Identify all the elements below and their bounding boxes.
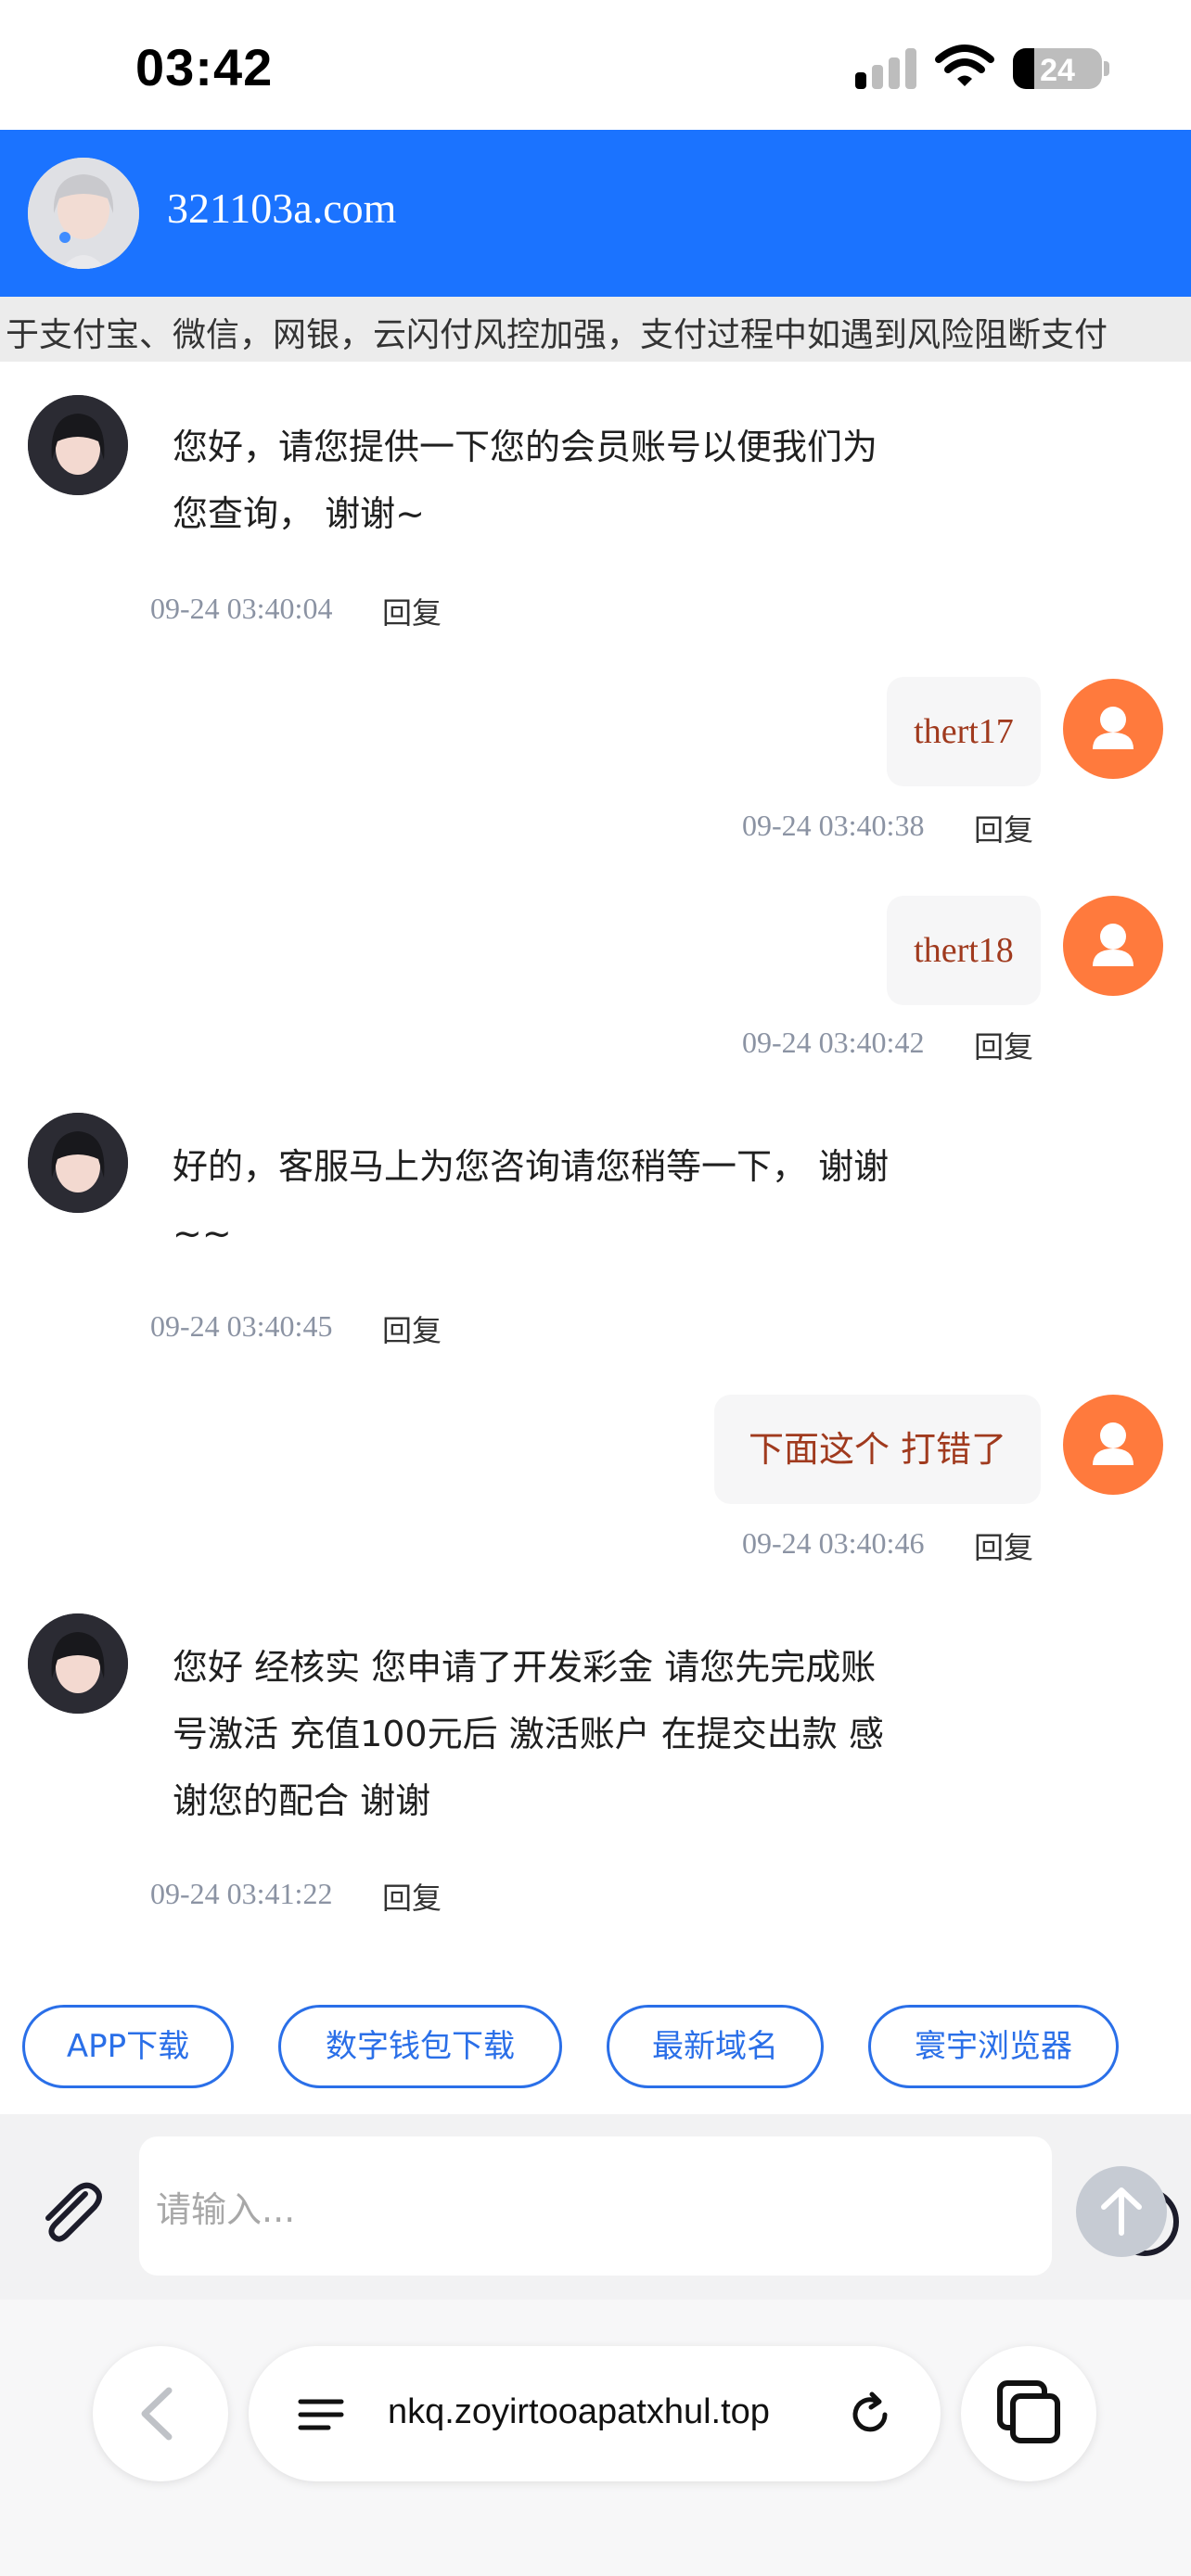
- message-time: 09-24 03:40:46: [742, 1526, 925, 1560]
- agent-avatar-photo-icon: [28, 395, 128, 495]
- quick-links-bar: APP下载 数字钱包下载 最新域名 寰宇浏览器: [0, 1975, 1191, 2114]
- reload-icon[interactable]: [842, 2387, 898, 2442]
- battery-icon: 24: [1013, 48, 1102, 89]
- tabs-button[interactable]: [961, 2346, 1096, 2481]
- message-text: 您好 经核实 您申请了开发彩金 请您先完成账 号激活 充值100元后 激活账户 …: [173, 1634, 989, 1834]
- reply-link[interactable]: 回复: [974, 1024, 1033, 1066]
- message-time: 09-24 03:40:45: [150, 1309, 333, 1343]
- agent-avatar: [28, 1613, 128, 1714]
- site-title: 321103a.com: [167, 185, 397, 232]
- user-avatar: [1063, 896, 1163, 996]
- agent-avatar-photo-icon: [28, 158, 139, 269]
- user-avatar: [1063, 679, 1163, 779]
- back-button[interactable]: [93, 2346, 228, 2481]
- send-button[interactable]: [1076, 2166, 1167, 2257]
- address-bar[interactable]: nkq.zoyirtooapatxhul.top: [249, 2346, 941, 2481]
- chat-header: 321103a.com: [0, 130, 1191, 297]
- input-placeholder: 请输入...: [156, 2189, 296, 2230]
- agent-avatar-photo-icon: [28, 1113, 128, 1213]
- message-line: 谢您的配合 谢谢: [173, 1780, 431, 1821]
- composer: 请输入...: [0, 2114, 1191, 2300]
- status-bar: 03:42 24: [0, 0, 1191, 130]
- paperclip-icon[interactable]: [32, 2174, 109, 2251]
- status-time: 03:42: [135, 38, 274, 96]
- url-text: nkq.zoyirtooapatxhul.top: [388, 2392, 770, 2431]
- reply-link[interactable]: 回复: [974, 807, 1033, 849]
- message-line: ~~: [173, 1213, 232, 1254]
- message-line: 您好 经核实 您申请了开发彩金 请您先完成账: [173, 1647, 877, 1688]
- agent-avatar: [28, 395, 128, 495]
- reply-link[interactable]: 回复: [382, 1875, 442, 1918]
- user-icon: [1093, 924, 1133, 966]
- user-icon: [1093, 1422, 1133, 1465]
- agent-avatar-photo-icon: [28, 1613, 128, 1714]
- reply-link[interactable]: 回复: [974, 1524, 1033, 1567]
- message-text: 好的，客服马上为您咨询请您稍等一下， 谢谢 ~~: [173, 1133, 989, 1267]
- message-time: 09-24 03:40:42: [742, 1026, 925, 1059]
- wifi-icon: [935, 45, 994, 86]
- reply-link[interactable]: 回复: [382, 1307, 442, 1350]
- notice-marquee: 于支付宝、微信，网银，云闪付风控加强，支付过程中如遇到风险阻断支付: [0, 297, 1191, 362]
- message-line: 您好，请您提供一下您的会员账号以便我们为: [173, 427, 878, 467]
- browser-toolbar: nkq.zoyirtooapatxhul.top: [0, 2300, 1191, 2576]
- latest-domain-button[interactable]: 最新域名: [607, 2005, 824, 2088]
- reply-link[interactable]: 回复: [382, 590, 442, 632]
- app-download-button[interactable]: APP下载: [22, 2005, 234, 2088]
- chevron-left-icon: [141, 2387, 173, 2441]
- battery-tip: [1104, 61, 1109, 76]
- notice-text: 于支付宝、微信，网银，云闪付风控加强，支付过程中如遇到风险阻断支付: [6, 316, 1108, 354]
- message-text: 您好，请您提供一下您的会员账号以便我们为 您查询， 谢谢~: [173, 414, 989, 547]
- message-line: 号激活 充值100元后 激活账户 在提交出款 感: [173, 1714, 884, 1754]
- browser-download-button[interactable]: 寰宇浏览器: [868, 2005, 1119, 2088]
- battery-percent: 24: [1040, 53, 1075, 88]
- message-time: 09-24 03:41:22: [150, 1877, 333, 1910]
- user-icon: [1093, 707, 1133, 749]
- message-line: 好的，客服马上为您咨询请您稍等一下， 谢谢: [173, 1146, 890, 1187]
- cellular-signal-icon: [855, 48, 920, 89]
- header-avatar[interactable]: [28, 158, 139, 269]
- tabs-icon: [997, 2380, 1060, 2443]
- user-avatar: [1063, 1395, 1163, 1495]
- arrow-up-icon: [1101, 2187, 1142, 2236]
- user-message-bubble: thert17: [887, 677, 1041, 786]
- user-message-bubble: 下面这个 打错了: [714, 1395, 1041, 1504]
- message-time: 09-24 03:40:04: [150, 592, 333, 625]
- message-line: 您查询， 谢谢~: [173, 493, 425, 534]
- user-message-bubble: thert18: [887, 896, 1041, 1005]
- agent-avatar: [28, 1113, 128, 1213]
- menu-icon[interactable]: [295, 2389, 347, 2441]
- wallet-download-button[interactable]: 数字钱包下载: [278, 2005, 562, 2088]
- message-input[interactable]: 请输入...: [139, 2136, 1179, 2276]
- message-time: 09-24 03:40:38: [742, 809, 925, 842]
